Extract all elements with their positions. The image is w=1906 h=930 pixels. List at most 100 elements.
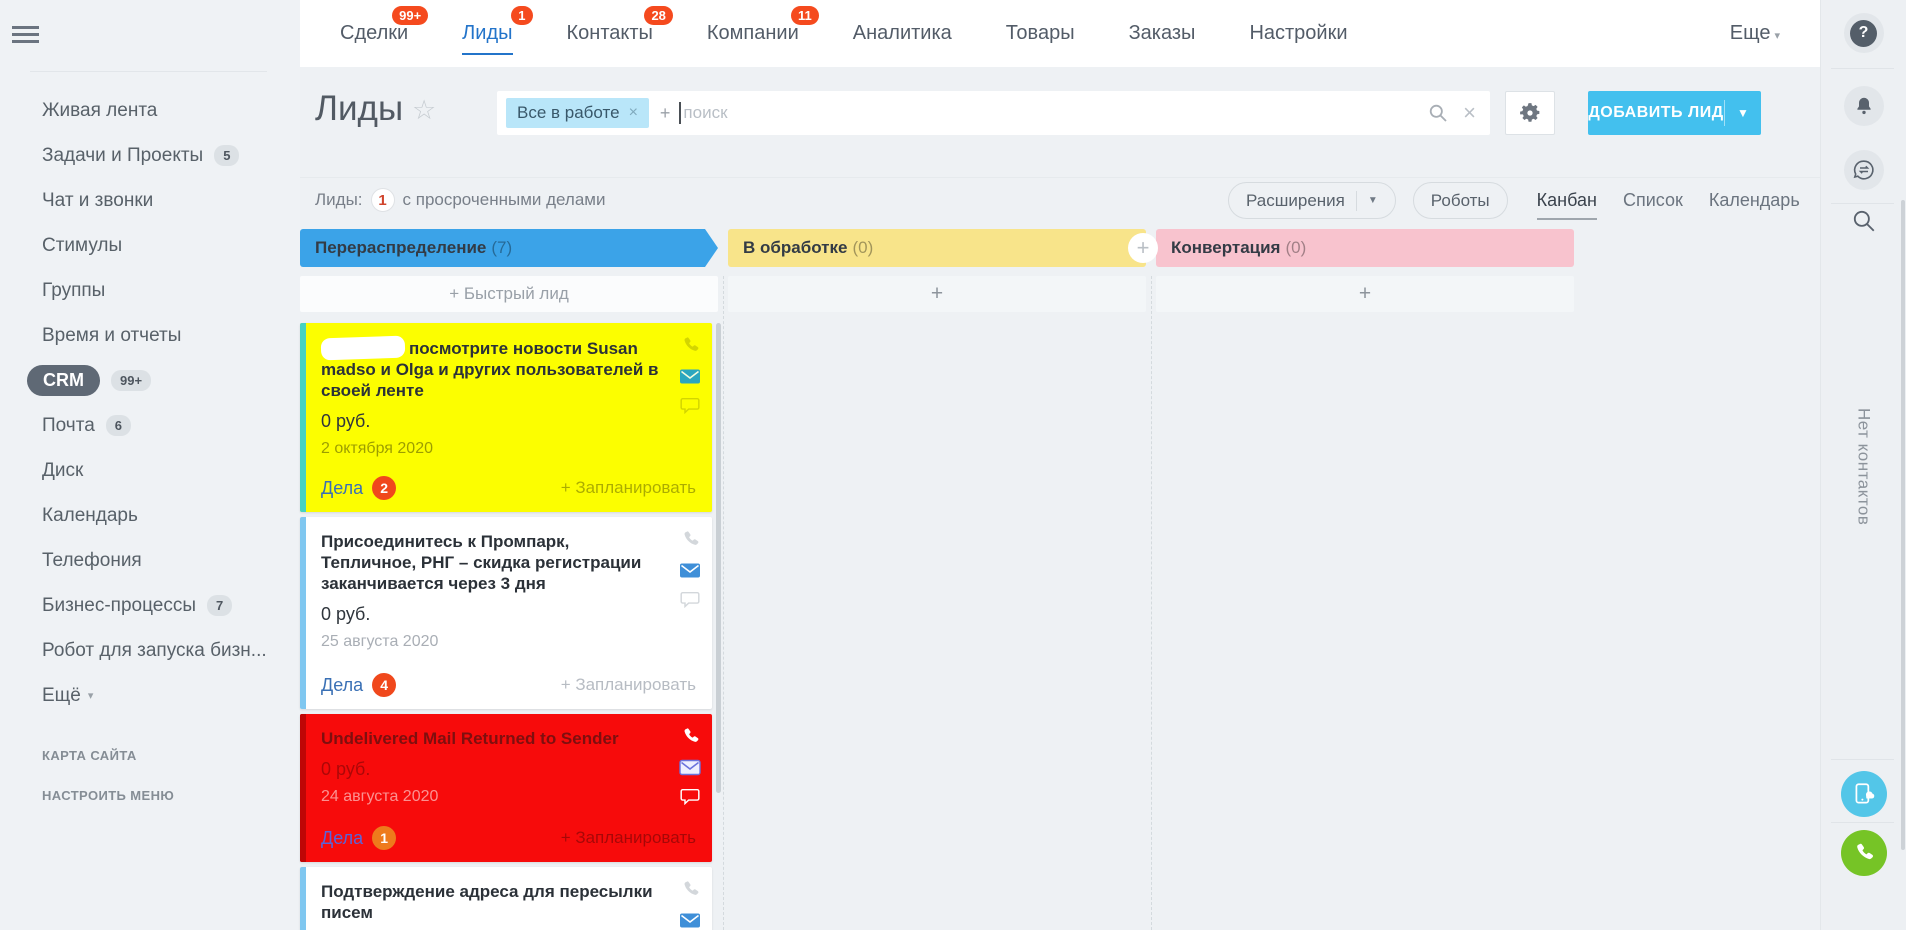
sidebar-item-time-reports[interactable]: Время и отчеты bbox=[0, 313, 300, 358]
lead-card[interactable]: Подтверждение адреса для пересылки писем bbox=[300, 867, 712, 930]
mobile-app-button[interactable] bbox=[1840, 771, 1887, 817]
column-separator bbox=[1151, 276, 1152, 930]
sidebar-item-live-feed[interactable]: Живая лента bbox=[0, 88, 300, 133]
notifications-button[interactable] bbox=[1843, 86, 1884, 126]
column-header-conversion[interactable]: Конвертация (0) bbox=[1156, 229, 1574, 267]
search-icon[interactable] bbox=[1428, 103, 1448, 123]
chat-exchange-button[interactable] bbox=[1843, 150, 1884, 190]
mail-icon[interactable] bbox=[679, 562, 701, 579]
deals-link[interactable]: Дела 4 bbox=[321, 673, 397, 697]
sitemap-link[interactable]: КАРТА САЙТА bbox=[42, 748, 174, 763]
search-icon bbox=[1853, 210, 1874, 232]
tab-leads[interactable]: Лиды 1 bbox=[462, 6, 533, 55]
sidebar-item-telephony[interactable]: Телефония bbox=[0, 538, 300, 583]
phone-icon[interactable] bbox=[680, 726, 701, 747]
deals-link[interactable]: Дела 2 bbox=[321, 476, 397, 500]
menu-toggle-icon[interactable] bbox=[12, 26, 39, 43]
sidebar-item-business-processes[interactable]: Бизнес-процессы 7 bbox=[0, 583, 300, 628]
search-bar[interactable]: Все в работе × + × bbox=[497, 91, 1490, 135]
favorite-star-icon[interactable]: ☆ bbox=[412, 95, 436, 126]
lead-date: 2 октября 2020 bbox=[321, 440, 433, 457]
sidebar-item-chat-calls[interactable]: Чат и звонки bbox=[0, 178, 300, 223]
mail-icon[interactable] bbox=[679, 759, 701, 776]
lead-card[interactable]: посмотрите новости Susan madso и Olga и … bbox=[300, 323, 712, 512]
filter-chip[interactable]: Все в работе × bbox=[506, 98, 649, 128]
chip-close-icon[interactable]: × bbox=[629, 104, 638, 122]
column-cards-redistribution: посмотрите новости Susan madso и Olga и … bbox=[300, 323, 712, 930]
search-input[interactable] bbox=[683, 103, 1429, 123]
sidebar-item-tasks[interactable]: Задачи и Проекты 5 bbox=[0, 133, 300, 178]
add-column-button[interactable]: + bbox=[1128, 233, 1158, 263]
contacts-count-badge: 28 bbox=[644, 6, 673, 25]
schedule-link[interactable]: + Запланировать bbox=[561, 478, 696, 498]
settings-gear-button[interactable] bbox=[1505, 91, 1555, 135]
chevron-down-icon[interactable]: ▼ bbox=[1368, 195, 1378, 206]
tab-analytics[interactable]: Аналитика bbox=[853, 22, 952, 45]
add-card-button[interactable]: + bbox=[728, 276, 1146, 312]
sidebar-item-robot[interactable]: Робот для запуска бизн... bbox=[0, 628, 300, 673]
sidebar-item-calendar[interactable]: Календарь bbox=[0, 493, 300, 538]
deals-count-badge: 99+ bbox=[392, 6, 429, 25]
rail-search-button[interactable] bbox=[1851, 208, 1877, 239]
deals-link[interactable]: Дела 1 bbox=[321, 826, 397, 850]
configure-menu-link[interactable]: НАСТРОИТЬ МЕНЮ bbox=[42, 788, 174, 803]
help-icon: ? bbox=[1850, 19, 1877, 47]
overdue-count-badge[interactable]: 1 bbox=[370, 188, 395, 212]
page-header: Лиды ☆ Все в работе × + × ДОБАВИТЬ ЛИД ▼ bbox=[300, 67, 1820, 178]
sidebar-item-more[interactable]: Ещё ▾ bbox=[0, 673, 300, 718]
schedule-link[interactable]: + Запланировать bbox=[561, 828, 696, 848]
lead-contact-icons bbox=[679, 335, 701, 414]
tab-settings[interactable]: Настройки bbox=[1249, 22, 1347, 45]
view-tab-calendar[interactable]: Календарь bbox=[1709, 190, 1800, 211]
sidebar-footer: КАРТА САЙТА НАСТРОИТЬ МЕНЮ bbox=[42, 748, 174, 828]
toolbar-right: Расширения ▼ Роботы Канбан Список Календ… bbox=[1228, 182, 1800, 220]
sidebar-item-crm[interactable]: CRM 99+ bbox=[0, 358, 300, 403]
robots-button[interactable]: Роботы bbox=[1412, 182, 1508, 219]
sidebar-item-groups[interactable]: Группы bbox=[0, 268, 300, 313]
column-header-redistribution[interactable]: Перераспределение (7) bbox=[300, 229, 718, 267]
clear-search-icon[interactable]: × bbox=[1463, 102, 1476, 124]
add-lead-button[interactable]: ДОБАВИТЬ ЛИД ▼ bbox=[1588, 91, 1761, 135]
mail-icon[interactable] bbox=[679, 912, 701, 929]
phone-icon[interactable] bbox=[680, 529, 701, 550]
phone-icon[interactable] bbox=[680, 335, 701, 356]
lead-card-footer: Дела 1 + Запланировать bbox=[321, 826, 696, 850]
chat-icon[interactable] bbox=[680, 397, 700, 414]
nav-more-button[interactable]: Еще ▾ bbox=[1730, 22, 1780, 45]
bp-count-badge: 7 bbox=[207, 595, 233, 616]
sidebar-item-mail[interactable]: Почта 6 bbox=[0, 403, 300, 448]
chevron-down-icon: ▾ bbox=[87, 690, 94, 702]
tab-products[interactable]: Товары bbox=[1006, 22, 1075, 45]
right-rail: ? Нет контактов bbox=[1820, 0, 1906, 930]
extensions-button[interactable]: Расширения ▼ bbox=[1228, 182, 1396, 219]
phone-icon[interactable] bbox=[680, 879, 701, 900]
quick-lead-button[interactable]: + Быстрый лид bbox=[300, 276, 718, 312]
mobile-cloud-icon bbox=[1855, 783, 1874, 804]
add-card-button[interactable]: + bbox=[1156, 276, 1574, 312]
add-lead-dropdown-caret[interactable]: ▼ bbox=[1725, 106, 1761, 120]
lead-contact-icons bbox=[679, 726, 701, 805]
lead-card[interactable]: Присоединитесь к Промпарк, Тепличное, РН… bbox=[300, 517, 712, 709]
top-navigation: Сделки 99+ Лиды 1 Контакты 28 Компании 11 Ан… bbox=[300, 0, 1820, 67]
page-scrollbar[interactable] bbox=[1901, 200, 1905, 850]
sidebar-item-drive[interactable]: Диск bbox=[0, 448, 300, 493]
mail-icon[interactable] bbox=[679, 368, 701, 385]
column-header-in-progress[interactable]: В обработке (0) bbox=[728, 229, 1146, 267]
tab-contacts[interactable]: Контакты 28 bbox=[567, 6, 673, 45]
view-tab-kanban[interactable]: Канбан bbox=[1536, 190, 1598, 220]
lead-title: Undelivered Mail Returned to Sender bbox=[321, 729, 619, 748]
schedule-link[interactable]: + Запланировать bbox=[561, 675, 696, 695]
call-button[interactable] bbox=[1840, 830, 1887, 876]
column-scrollbar[interactable] bbox=[716, 323, 721, 793]
tab-orders[interactable]: Заказы bbox=[1129, 22, 1196, 45]
sidebar-item-incentives[interactable]: Стимулы bbox=[0, 223, 300, 268]
lead-date: 25 августа 2020 bbox=[321, 633, 439, 650]
chat-icon[interactable] bbox=[680, 788, 700, 805]
help-button[interactable]: ? bbox=[1843, 13, 1884, 53]
lead-card[interactable]: Undelivered Mail Returned to Sender 0 ру… bbox=[300, 714, 712, 862]
tab-deals[interactable]: Сделки 99+ bbox=[340, 6, 429, 45]
no-contacts-label: Нет контактов bbox=[1854, 408, 1874, 526]
view-tab-list[interactable]: Список bbox=[1623, 190, 1683, 211]
chat-icon[interactable] bbox=[680, 591, 700, 608]
tab-companies[interactable]: Компании 11 bbox=[707, 6, 819, 45]
